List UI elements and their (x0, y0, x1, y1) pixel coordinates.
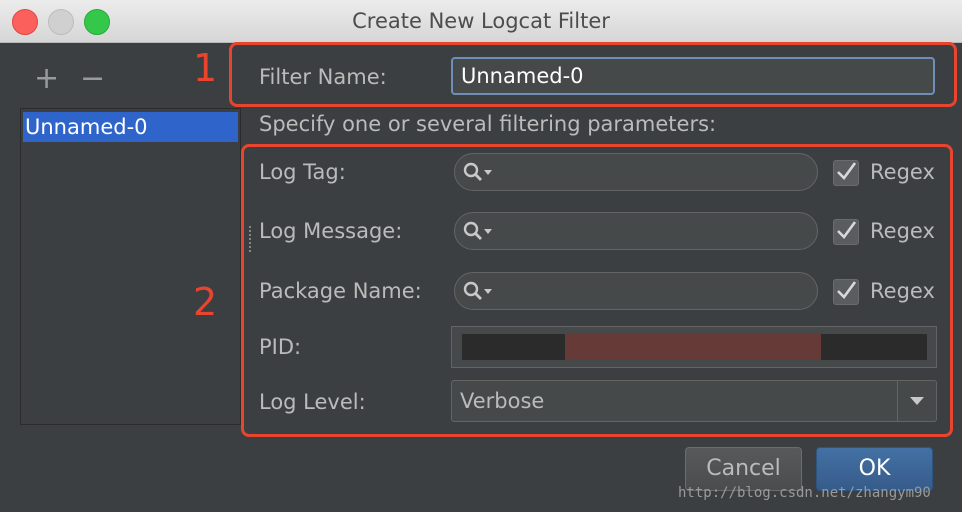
annotation-box-2 (241, 144, 953, 437)
parameters-hint: Specify one or several filtering paramet… (259, 112, 717, 136)
title-bar: Create New Logcat Filter (0, 0, 962, 43)
watermark-text: http://blog.csdn.net/zhangym90 (678, 485, 931, 501)
window-title: Create New Logcat Filter (352, 9, 610, 33)
filter-list: Unnamed-0 (20, 108, 241, 425)
add-filter-button[interactable]: + (34, 64, 59, 94)
filter-list-item[interactable]: Unnamed-0 (23, 112, 238, 142)
remove-filter-button[interactable]: − (80, 64, 105, 94)
logcat-filter-dialog: Create New Logcat Filter + − Unnamed-0 F… (0, 0, 962, 512)
annotation-number-2: 2 (193, 280, 218, 324)
annotation-number-1: 1 (193, 46, 218, 90)
annotation-box-1 (229, 42, 957, 107)
